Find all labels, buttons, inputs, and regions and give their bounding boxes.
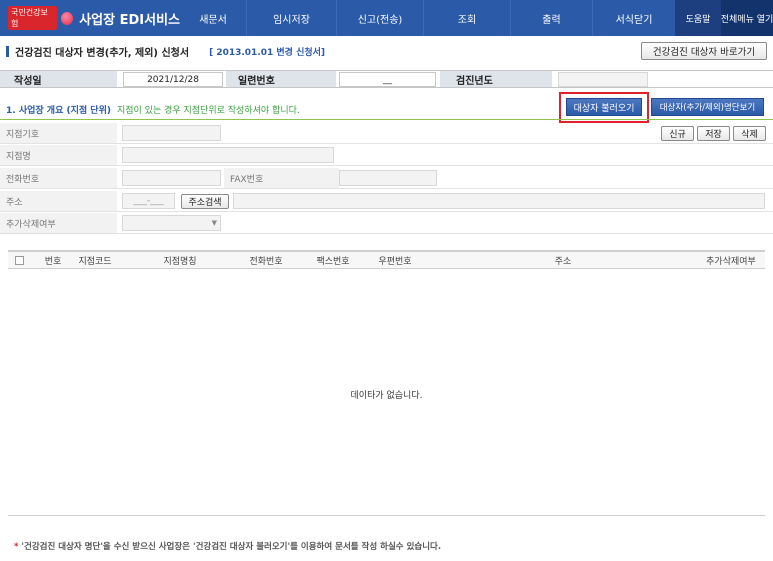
branch-name-input[interactable]: [122, 147, 334, 163]
nav-close-form[interactable]: 서식닫기: [592, 0, 675, 36]
nav-temp-save[interactable]: 임시저장: [246, 0, 336, 36]
col-number: 번호: [44, 257, 62, 267]
col-branch-name: 지점명칭: [163, 257, 197, 267]
address-search-button[interactable]: 주소검색: [181, 194, 229, 209]
chevron-down-icon: ▼: [211, 219, 217, 227]
add-remove-select[interactable]: ▼: [122, 215, 221, 231]
fax-label: FAX번호: [224, 168, 339, 188]
top-nav: 국민건강보험 사업장 EDI서비스 새문서 임시저장 신고(전송) 조회 출력 …: [0, 0, 773, 36]
table-body: 데이타가 없습니다.: [8, 269, 765, 516]
branch-code-label: 지점기호: [0, 123, 117, 143]
footnote-text: '건강검진 대상자 명단'을 수신 받으신 사업장은 '건강검진 대상자 불러오…: [21, 542, 442, 552]
checkbox-icon: [14, 256, 24, 265]
date-field[interactable]: 2021/12/28: [123, 72, 223, 87]
nav-search[interactable]: 조회: [423, 0, 510, 36]
form-heading: 건강검진 대상자 변경(추가, 제외) 신청서 [ 2013.01.01 변경 …: [6, 44, 325, 59]
year-field[interactable]: [558, 72, 648, 87]
postal-code-input[interactable]: ___-___: [122, 193, 175, 209]
save-button[interactable]: 저장: [697, 126, 730, 141]
org-logo: 국민건강보험: [8, 6, 57, 30]
col-fax: 팩스번호: [316, 257, 350, 267]
branch-name-label: 지점명: [0, 145, 117, 165]
col-address: 주소: [554, 257, 572, 267]
phone-label: 전화번호: [0, 168, 117, 188]
footnote-star: *: [14, 542, 19, 552]
select-all-checkbox[interactable]: [8, 252, 30, 269]
nav-new-document[interactable]: 새문서: [180, 0, 246, 36]
section1-heading: 1. 사업장 개요 (지점 단위) 지점이 있는 경우 지점단위로 작성하셔야 …: [6, 103, 300, 116]
serial-field[interactable]: __: [339, 72, 436, 87]
nav-print[interactable]: 출력: [510, 0, 592, 36]
heading-bar: [6, 46, 9, 57]
address-input[interactable]: [233, 193, 765, 209]
add-remove-row: 추가삭제여부 ▼: [0, 213, 773, 234]
col-branch-code: 지점코드: [78, 257, 112, 267]
branch-code-row: 지점기호 신규 저장 삭제: [0, 123, 773, 144]
table-header: 번호 지점코드 지점명칭 전화번호 팩스번호 우편번호 주소 추가삭제여부: [8, 250, 765, 269]
col-add-remove: 추가삭제여부: [706, 257, 756, 267]
empty-message: 데이타가 없습니다.: [350, 391, 423, 401]
date-label: 작성일: [0, 71, 117, 87]
branch-code-input[interactable]: [122, 125, 221, 141]
delete-button[interactable]: 삭제: [733, 126, 766, 141]
service-title: 사업장 EDI서비스: [79, 12, 180, 28]
form-top-row: 작성일 2021/12/28 일련번호 __ 검진년도: [0, 70, 773, 88]
brand[interactable]: 국민건강보험 사업장 EDI서비스: [0, 0, 180, 36]
year-label: 검진년도: [440, 71, 552, 87]
logo-icon: [60, 11, 74, 25]
section1-note: 지점이 있는 경우 지점단위로 작성하셔야 합니다.: [116, 106, 300, 116]
col-postal: 우편번호: [378, 257, 412, 267]
new-button[interactable]: 신규: [661, 126, 694, 141]
fax-input[interactable]: [339, 170, 437, 186]
section-divider: [0, 119, 773, 120]
add-remove-label: 추가삭제여부: [0, 213, 117, 233]
page-subtitle: [ 2013.01.01 변경 신청서]: [209, 48, 326, 58]
address-row: 주소 ___-___ 주소검색: [0, 191, 773, 212]
page-title: 건강검진 대상자 변경(추가, 제외) 신청서: [15, 48, 190, 59]
nav-help[interactable]: 도움말: [675, 0, 721, 36]
footnote: * '건강검진 대상자 명단'을 수신 받으신 사업장은 '건강검진 대상자 불…: [14, 540, 441, 552]
phone-row: 전화번호 FAX번호: [0, 168, 773, 189]
nav-submit[interactable]: 신고(전송): [336, 0, 423, 36]
section1-title: 1. 사업장 개요 (지점 단위): [6, 106, 111, 116]
phone-input[interactable]: [122, 170, 221, 186]
shortcut-button[interactable]: 건강검진 대상자 바로가기: [641, 42, 767, 60]
view-list-button[interactable]: 대상자(추가/제외)명단보기: [651, 98, 764, 116]
serial-label: 일련번호: [226, 71, 336, 87]
col-phone: 전화번호: [249, 257, 283, 267]
branch-name-row: 지점명: [0, 145, 773, 166]
address-label: 주소: [0, 191, 117, 211]
nav-all-menu[interactable]: 전체메뉴 열기: [721, 0, 773, 36]
